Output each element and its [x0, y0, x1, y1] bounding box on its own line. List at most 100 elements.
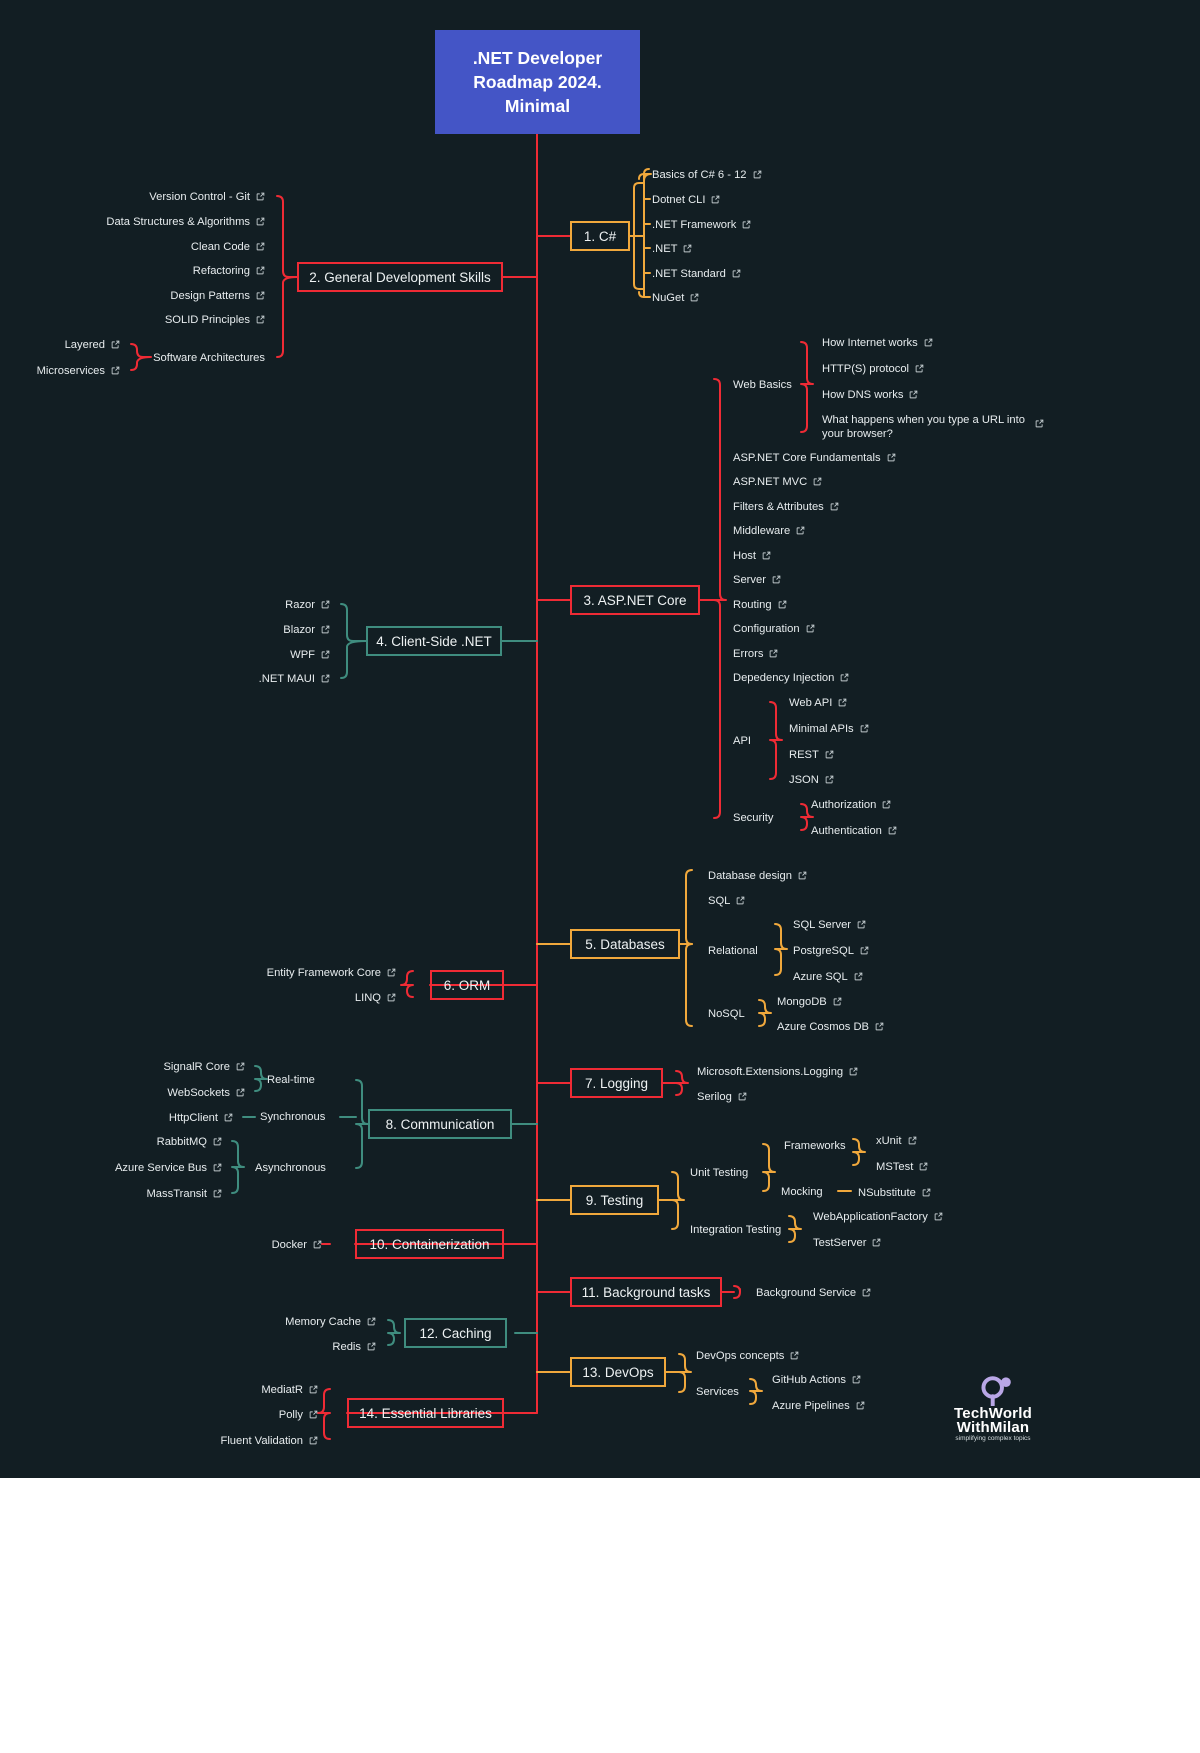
- leaf-csharp-3[interactable]: .NET: [652, 241, 692, 256]
- external-link-icon[interactable]: [738, 1092, 747, 1101]
- leaf-orm-1[interactable]: LINQ: [200, 990, 396, 1005]
- leaf-clientside-1[interactable]: Blazor: [190, 622, 330, 637]
- branch-communication[interactable]: 8. Communication: [368, 1109, 512, 1139]
- leaf-security-0[interactable]: Authorization: [811, 797, 891, 812]
- external-link-icon[interactable]: [825, 750, 834, 759]
- external-link-icon[interactable]: [236, 1088, 245, 1097]
- leaf-mocking-0[interactable]: NSubstitute: [858, 1185, 931, 1200]
- external-link-icon[interactable]: [924, 338, 933, 347]
- branch-testing[interactable]: 9. Testing: [570, 1185, 659, 1215]
- branch-client-side-dotnet[interactable]: 4. Client-Side .NET: [366, 626, 502, 656]
- leaf-general-0[interactable]: Version Control - Git: [20, 189, 265, 204]
- leaf-libraries-1[interactable]: Polly: [140, 1407, 318, 1422]
- branch-csharp[interactable]: 1. C#: [570, 221, 630, 251]
- external-link-icon[interactable]: [742, 220, 751, 229]
- external-link-icon[interactable]: [778, 600, 787, 609]
- external-link-icon[interactable]: [309, 1436, 318, 1445]
- leaf-webbasics-0[interactable]: How Internet works: [822, 335, 933, 350]
- leaf-orm-0[interactable]: Entity Framework Core: [200, 965, 396, 980]
- external-link-icon[interactable]: [213, 1189, 222, 1198]
- leaf-relational-1[interactable]: PostgreSQL: [793, 943, 869, 958]
- external-link-icon[interactable]: [830, 502, 839, 511]
- external-link-icon[interactable]: [860, 724, 869, 733]
- leaf-aspnet-7[interactable]: Configuration: [733, 621, 815, 636]
- leaf-logging-0[interactable]: Microsoft.Extensions.Logging: [697, 1064, 858, 1079]
- external-link-icon[interactable]: [224, 1113, 233, 1122]
- leaf-aspnet-6[interactable]: Routing: [733, 597, 787, 612]
- external-link-icon[interactable]: [256, 266, 265, 275]
- leaf-general-2[interactable]: Clean Code: [20, 239, 265, 254]
- external-link-icon[interactable]: [825, 775, 834, 784]
- leaf-api-0[interactable]: Web API: [789, 695, 847, 710]
- leaf-databases-1[interactable]: SQL: [708, 893, 745, 908]
- branch-essential-libraries[interactable]: 14. Essential Libraries: [347, 1398, 504, 1428]
- leaf-clientside-3[interactable]: .NET MAUI: [190, 671, 330, 686]
- leaf-csharp-2[interactable]: .NET Framework: [652, 217, 751, 232]
- leaf-relational-2[interactable]: Azure SQL: [793, 969, 863, 984]
- branch-containerization[interactable]: 10. Containerization: [355, 1229, 504, 1259]
- external-link-icon[interactable]: [772, 575, 781, 584]
- leaf-libraries-2[interactable]: Fluent Validation: [140, 1433, 318, 1448]
- leaf-aspnet-3[interactable]: Middleware: [733, 523, 805, 538]
- external-link-icon[interactable]: [321, 600, 330, 609]
- leaf-nosql-1[interactable]: Azure Cosmos DB: [777, 1019, 884, 1034]
- external-link-icon[interactable]: [256, 217, 265, 226]
- external-link-icon[interactable]: [769, 649, 778, 658]
- leaf-aspnet-8[interactable]: Errors: [733, 646, 778, 661]
- external-link-icon[interactable]: [309, 1410, 318, 1419]
- leaf-general-3[interactable]: Refactoring: [20, 263, 265, 278]
- external-link-icon[interactable]: [256, 291, 265, 300]
- leaf-services-0[interactable]: GitHub Actions: [772, 1372, 861, 1387]
- external-link-icon[interactable]: [213, 1163, 222, 1172]
- external-link-icon[interactable]: [856, 1401, 865, 1410]
- external-link-icon[interactable]: [387, 993, 396, 1002]
- leaf-general-5[interactable]: SOLID Principles: [20, 312, 265, 327]
- external-link-icon[interactable]: [313, 1240, 322, 1249]
- external-link-icon[interactable]: [690, 293, 699, 302]
- leaf-relational-0[interactable]: SQL Server: [793, 917, 866, 932]
- leaf-integration-0[interactable]: WebApplicationFactory: [813, 1209, 943, 1224]
- leaf-realtime-1[interactable]: WebSockets: [90, 1085, 245, 1100]
- leaf-csharp-4[interactable]: .NET Standard: [652, 266, 741, 281]
- leaf-logging-1[interactable]: Serilog: [697, 1089, 747, 1104]
- leaf-clientside-2[interactable]: WPF: [190, 647, 330, 662]
- external-link-icon[interactable]: [849, 1067, 858, 1076]
- branch-logging[interactable]: 7. Logging: [570, 1068, 663, 1098]
- external-link-icon[interactable]: [852, 1375, 861, 1384]
- leaf-background-0[interactable]: Background Service: [756, 1285, 871, 1300]
- external-link-icon[interactable]: [732, 269, 741, 278]
- external-link-icon[interactable]: [882, 800, 891, 809]
- leaf-architecture-0[interactable]: Layered: [0, 337, 120, 352]
- leaf-devops-0[interactable]: DevOps concepts: [696, 1348, 799, 1363]
- leaf-security-1[interactable]: Authentication: [811, 823, 897, 838]
- leaf-csharp-1[interactable]: Dotnet CLI: [652, 192, 720, 207]
- leaf-api-1[interactable]: Minimal APIs: [789, 721, 869, 736]
- leaf-csharp-5[interactable]: NuGet: [652, 290, 699, 305]
- external-link-icon[interactable]: [753, 170, 762, 179]
- leaf-integration-1[interactable]: TestServer: [813, 1235, 881, 1250]
- external-link-icon[interactable]: [934, 1212, 943, 1221]
- external-link-icon[interactable]: [860, 946, 869, 955]
- external-link-icon[interactable]: [857, 920, 866, 929]
- external-link-icon[interactable]: [256, 192, 265, 201]
- external-link-icon[interactable]: [796, 526, 805, 535]
- external-link-icon[interactable]: [321, 650, 330, 659]
- external-link-icon[interactable]: [236, 1062, 245, 1071]
- external-link-icon[interactable]: [872, 1238, 881, 1247]
- external-link-icon[interactable]: [111, 340, 120, 349]
- leaf-libraries-0[interactable]: MediatR: [140, 1382, 318, 1397]
- leaf-caching-1[interactable]: Redis: [220, 1339, 376, 1354]
- branch-databases[interactable]: 5. Databases: [570, 929, 680, 959]
- external-link-icon[interactable]: [367, 1342, 376, 1351]
- external-link-icon[interactable]: [711, 195, 720, 204]
- leaf-webbasics-3[interactable]: What happens when you type a URL into yo…: [822, 413, 1044, 441]
- leaf-asynchronous-1[interactable]: Azure Service Bus: [60, 1160, 222, 1175]
- external-link-icon[interactable]: [919, 1162, 928, 1171]
- external-link-icon[interactable]: [762, 551, 771, 560]
- external-link-icon[interactable]: [840, 673, 849, 682]
- external-link-icon[interactable]: [798, 871, 807, 880]
- external-link-icon[interactable]: [736, 896, 745, 905]
- branch-devops[interactable]: 13. DevOps: [570, 1357, 666, 1387]
- external-link-icon[interactable]: [922, 1188, 931, 1197]
- external-link-icon[interactable]: [309, 1385, 318, 1394]
